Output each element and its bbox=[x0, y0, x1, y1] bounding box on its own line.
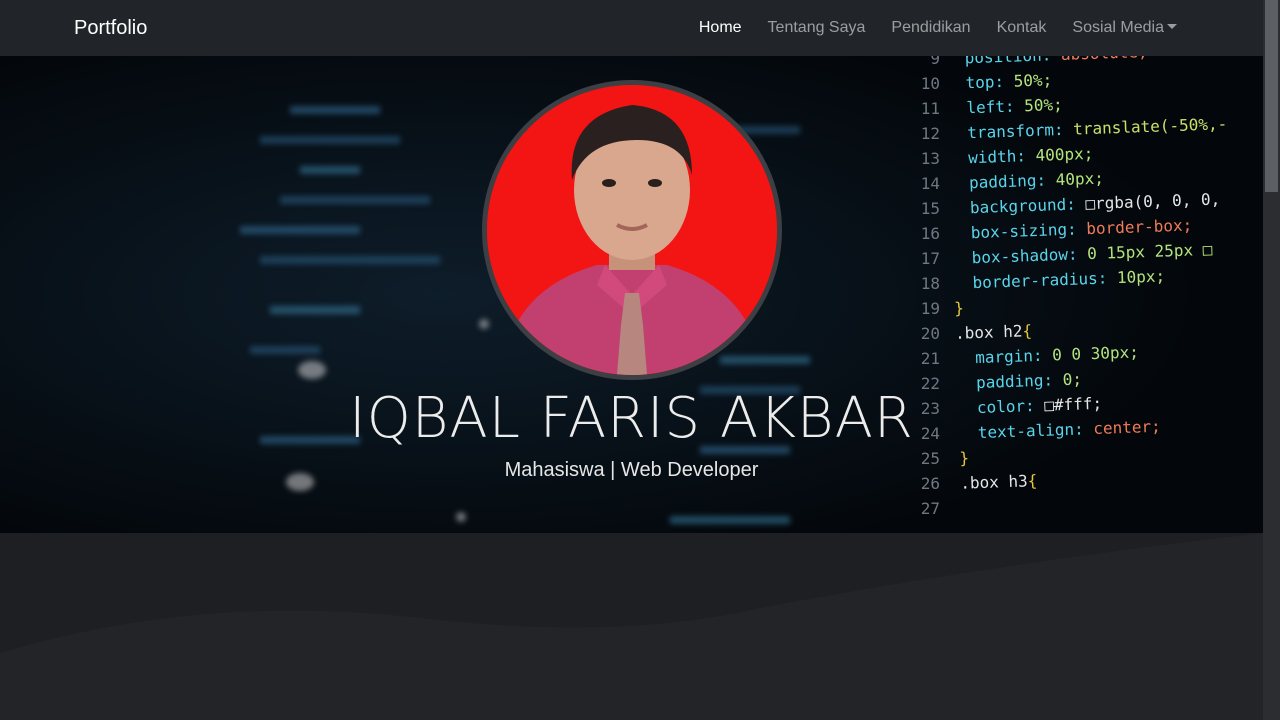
code-token: box-sizing: bbox=[951, 219, 1087, 243]
nav-kontak[interactable]: Kontak bbox=[997, 16, 1047, 40]
scrollbar-thumb[interactable] bbox=[1265, 0, 1278, 192]
code-token: padding: bbox=[949, 170, 1057, 193]
code-token: border-radius: bbox=[952, 268, 1118, 293]
nav-sosial-media-label: Sosial Media bbox=[1072, 19, 1164, 36]
nav-home[interactable]: Home bbox=[699, 16, 742, 40]
code-token: } bbox=[953, 298, 965, 318]
hero-name: IQBAL FARIS AKBAR bbox=[349, 386, 914, 451]
code-token: width: bbox=[948, 145, 1036, 168]
code-token: 50%; bbox=[1023, 94, 1064, 116]
wave-divider bbox=[0, 533, 1263, 720]
code-token: border-box; bbox=[1085, 215, 1193, 239]
code-token: absolute; bbox=[1061, 56, 1148, 64]
nav-sosial-media-dropdown[interactable]: Sosial Media bbox=[1072, 16, 1177, 40]
code-token: .box h2 bbox=[954, 321, 1023, 343]
caret-down-icon bbox=[1167, 24, 1177, 29]
code-token: transform: bbox=[947, 119, 1074, 143]
hero-subtitle: Mahasiswa | Web Developer bbox=[504, 459, 759, 481]
page: Portfolio Home Tentang Saya Pendidikan K… bbox=[0, 0, 1263, 720]
code-token: 0 0 30px; bbox=[1051, 342, 1140, 365]
nav-pendidikan[interactable]: Pendidikan bbox=[891, 16, 970, 40]
code-token: background: bbox=[950, 194, 1086, 218]
code-token: □rgba(0, 0, 0, bbox=[1085, 189, 1221, 214]
nav-links: Home Tentang Saya Pendidikan Kontak Sosi… bbox=[673, 0, 1177, 56]
code-token: margin: bbox=[955, 345, 1053, 368]
nav-tentang-saya[interactable]: Tentang Saya bbox=[768, 16, 866, 40]
code-token: top: bbox=[945, 71, 1015, 93]
code-token: 40px; bbox=[1055, 168, 1105, 190]
code-token: translate(-50%,- bbox=[1072, 114, 1228, 139]
navbar: Portfolio Home Tentang Saya Pendidikan K… bbox=[0, 0, 1263, 56]
code-token: 0 15px 25px □ bbox=[1086, 239, 1213, 264]
code-token: left: bbox=[946, 96, 1025, 118]
profile-photo bbox=[482, 80, 782, 380]
code-token: { bbox=[1022, 321, 1033, 341]
code-token: box-shadow: bbox=[952, 244, 1088, 268]
code-token: 50%; bbox=[1013, 70, 1053, 91]
code-line-numbers: 9 10 11 12 13 14 15 16 17 18 19 20 21 22… bbox=[900, 56, 940, 521]
code-token: position: bbox=[945, 56, 1062, 68]
code-token: 10px; bbox=[1116, 266, 1166, 288]
person-photo-illustration bbox=[487, 85, 777, 375]
brand-link[interactable]: Portfolio bbox=[74, 16, 147, 40]
hero-section: 9 10 11 12 13 14 15 16 17 18 19 20 21 22… bbox=[0, 56, 1263, 533]
scrollbar[interactable] bbox=[1263, 0, 1280, 720]
code-token: 400px; bbox=[1035, 143, 1094, 165]
